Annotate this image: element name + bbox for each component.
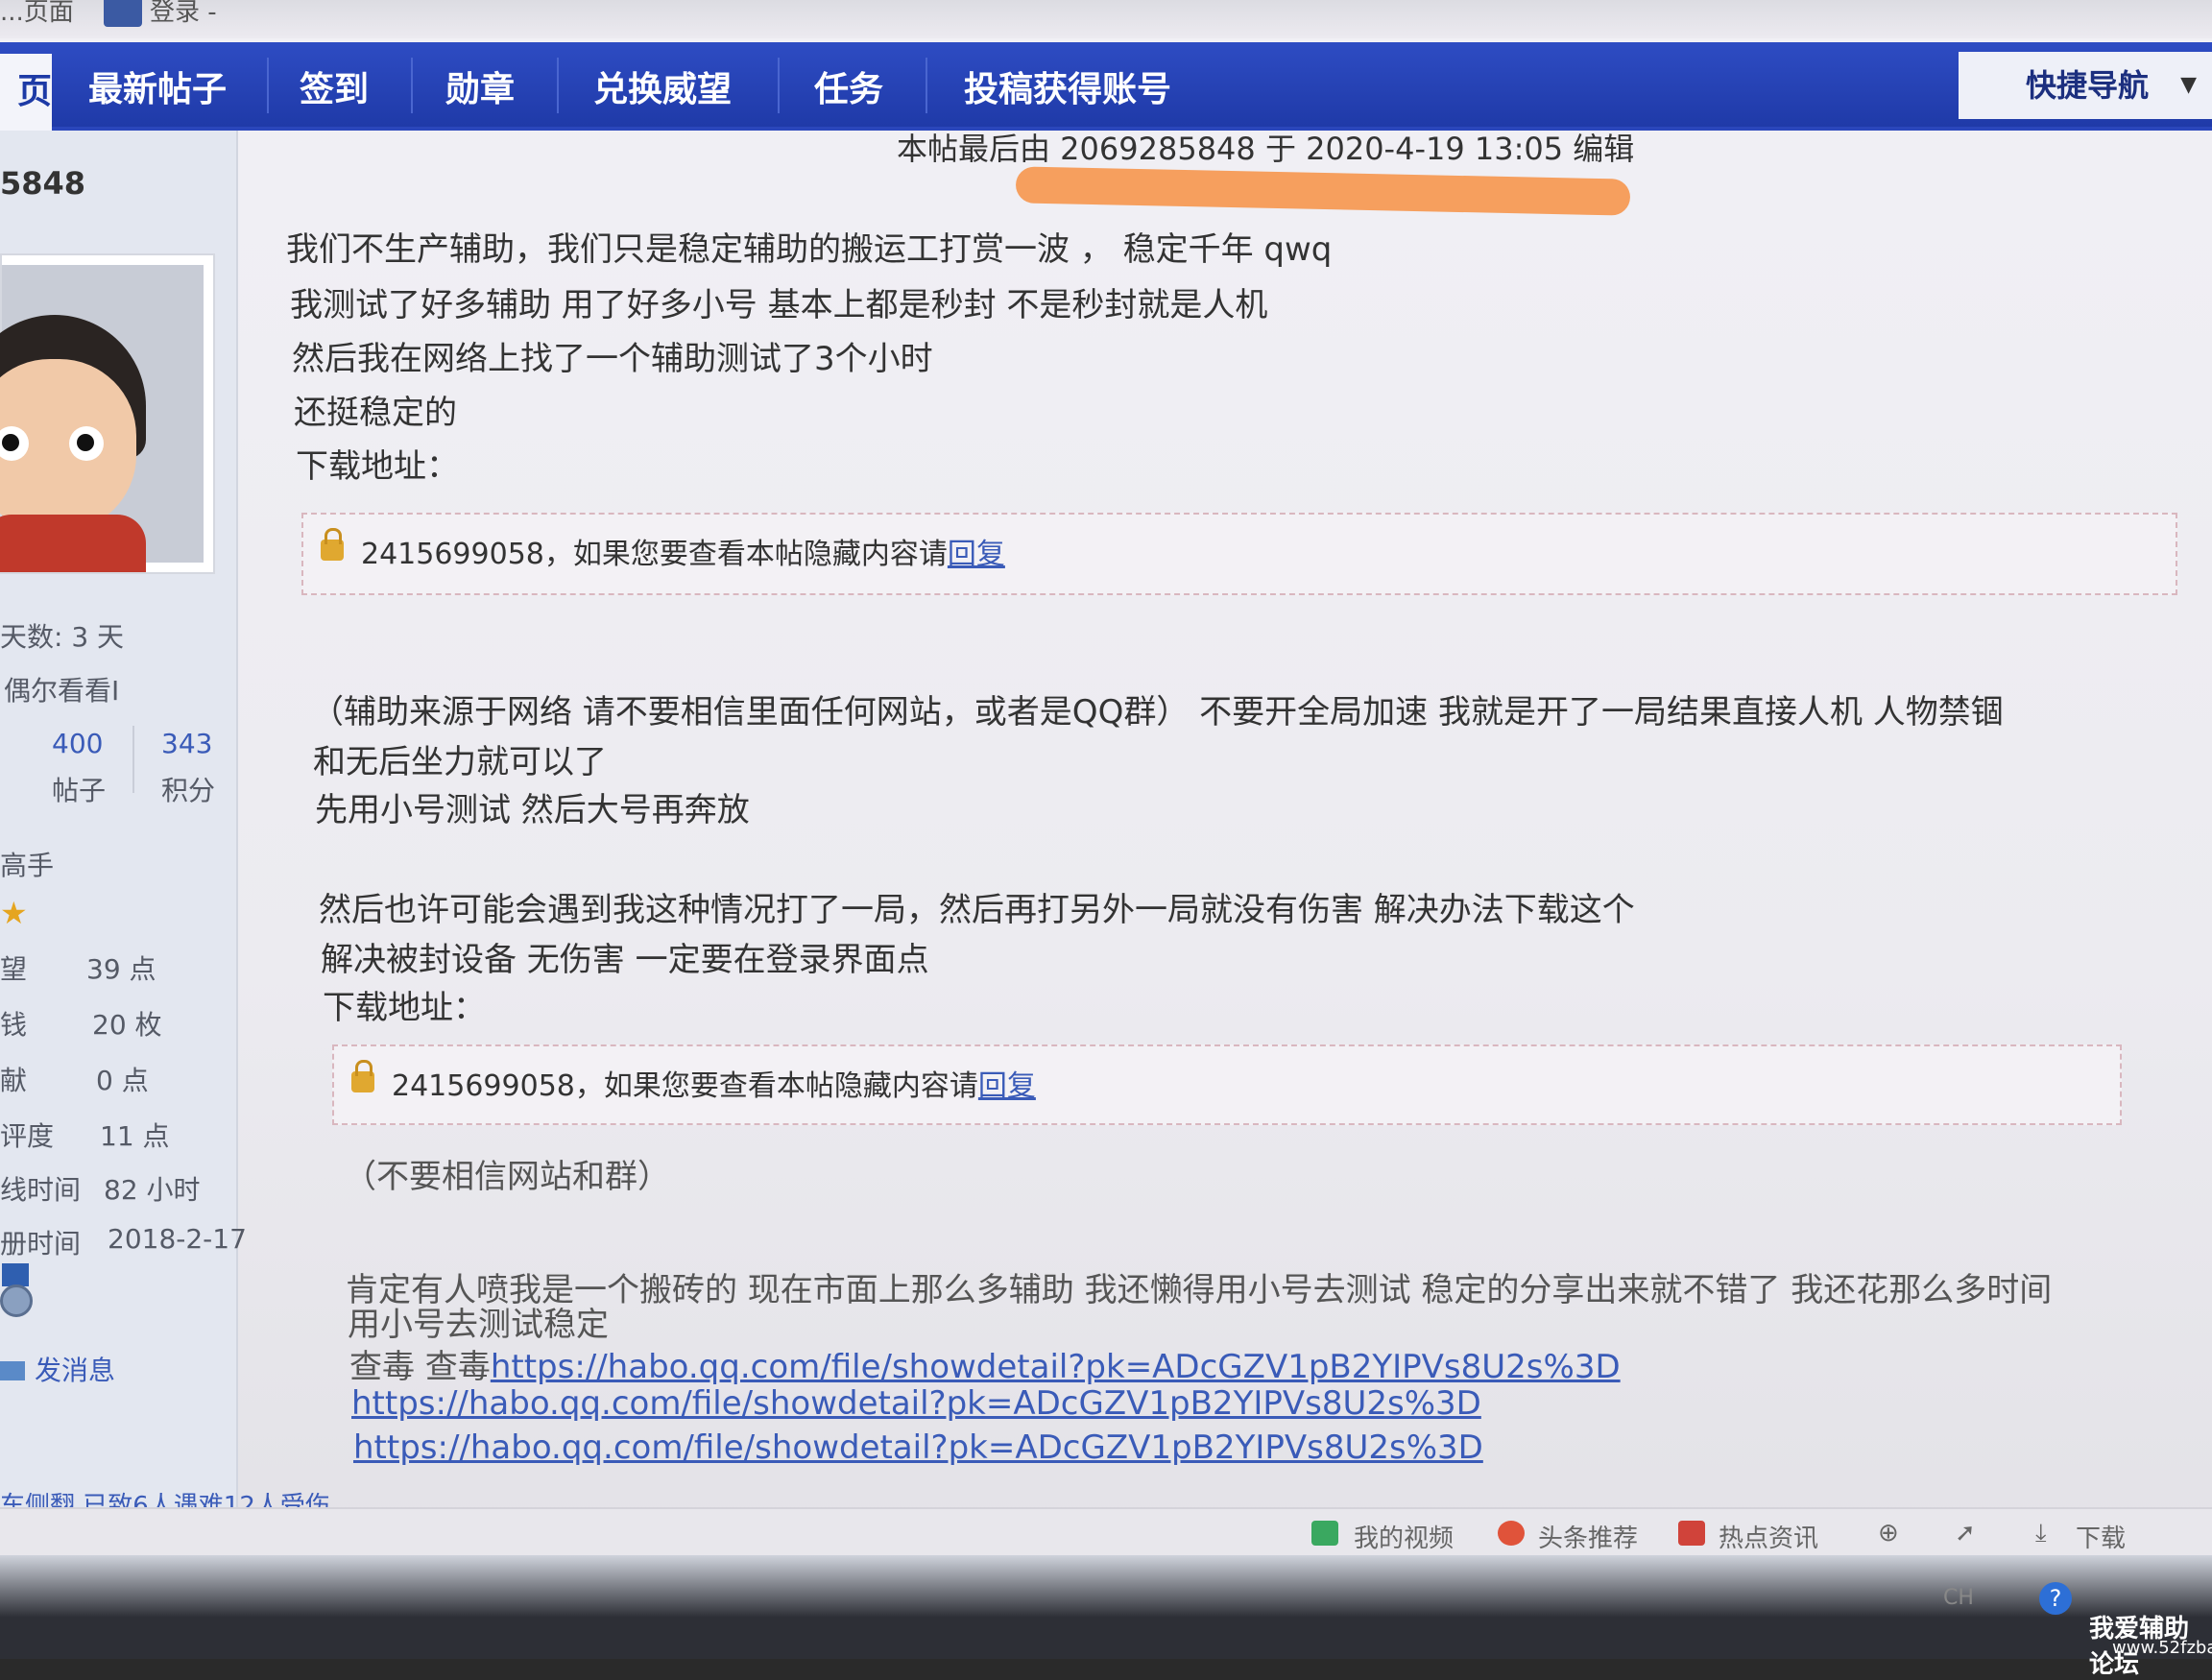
medal-ribbon [2, 1263, 29, 1286]
hidden-content-text: 2415699058，如果您要查看本帖隐藏内容请 [392, 1069, 978, 1103]
post-line: 我们不生产辅助，我们只是稳定辅助的搬运工打赏一波 ， 稳定千年 qwq [286, 230, 1333, 269]
status-download[interactable]: 下载 [2076, 1519, 2126, 1554]
author-name[interactable]: 5848 [0, 165, 85, 202]
medal-disc [0, 1284, 33, 1317]
post-line: 然后也许可能会遇到我这种情况打了一局，然后再打另外一局就没有伤害 解决办法下载这… [319, 891, 1635, 929]
hidden-content-notice: 2415699058，如果您要查看本帖隐藏内容请回复 [361, 530, 1005, 572]
post-line: 下载地址： [296, 447, 459, 486]
hidden-content-notice: 2415699058，如果您要查看本帖隐藏内容请回复 [392, 1062, 1036, 1104]
post-line: 和无后坐力就可以了 [313, 743, 607, 781]
help-icon[interactable]: ? [2039, 1582, 2072, 1615]
points-label: 积分 [161, 775, 216, 806]
stat-label-online-time: 线时间 [0, 1174, 82, 1206]
add-icon[interactable]: ⊕ [1878, 1519, 1899, 1548]
chevron-down-icon: ▼ [2180, 73, 2197, 97]
input-language-indicator[interactable]: CH [1943, 1586, 1974, 1610]
download-icon[interactable]: ⤓ [2035, 1519, 2047, 1548]
status-hot-news[interactable]: 热点资讯 [1719, 1519, 1818, 1554]
nav-item-checkin[interactable]: 签到 [300, 61, 369, 111]
stat-label-rating: 评度 [0, 1120, 55, 1152]
nav-item-submit[interactable]: 投稿获得账号 [964, 61, 1171, 111]
envelope-icon [0, 1361, 25, 1380]
nav-item-latest-posts[interactable]: 最新帖子 [88, 61, 227, 111]
tab-partial-2[interactable]: 登录 - [150, 0, 217, 28]
quick-nav-dropdown[interactable]: 快捷导航 ▼ [1959, 52, 2212, 119]
send-message-link[interactable]: 发消息 [35, 1350, 115, 1388]
reply-link[interactable]: 回复 [978, 1069, 1036, 1103]
stat-value-online-time: 82 小时 [104, 1174, 201, 1206]
nav-divider [557, 58, 559, 113]
posts-label: 帖子 [52, 775, 107, 806]
nav-item-tasks[interactable]: 任务 [814, 61, 883, 111]
stat-label-money: 钱 [0, 1009, 28, 1041]
star-icon: ★ [0, 895, 28, 931]
scan-prefix: 查毒 查毒 [349, 1348, 491, 1386]
browser-screen: ...页面 登录 - 页 最新帖子 签到 勋章 兑换威望 任务 投稿获得账号 快… [0, 0, 2212, 1613]
stat-value-rating: 11 点 [100, 1120, 170, 1152]
reply-link[interactable]: 回复 [948, 538, 1005, 571]
online-days: 天数: 3 天 [0, 621, 125, 653]
post-line: 还挺稳定的 [294, 394, 457, 432]
browser-top-strip: ...页面 登录 - [0, 0, 2212, 38]
author-sidebar: 5848 天数: 3 天 偶尔看看I 400 帖子 343 积分 高手 ★ 望 … [0, 131, 247, 1523]
post-line: （辅助来源于网络 请不要相信里面任何网站，或者是QQ群） 不要开全局加速 我就是… [311, 693, 2004, 732]
user-signature: 偶尔看看I [4, 675, 120, 707]
post-line: 然后我在网络上找了一个辅助测试了3个小时 [292, 340, 933, 378]
hidden-content-box: 2415699058，如果您要查看本帖隐藏内容请回复 [301, 513, 2177, 595]
post-line: 我测试了好多辅助 用了好多小号 基本上都是秒封 不是秒封就是人机 [290, 286, 1268, 324]
news-icon [1678, 1521, 1705, 1546]
nav-divider [267, 58, 269, 113]
stat-label-prestige: 望 [0, 953, 28, 985]
post-warning: （不要相信网站和群） [344, 1158, 670, 1196]
video-icon [1311, 1521, 1338, 1546]
posts-count[interactable]: 400 [52, 728, 103, 759]
nav-item-medals[interactable]: 勋章 [445, 61, 515, 111]
status-headlines[interactable]: 头条推荐 [1538, 1519, 1638, 1554]
nav-divider [411, 58, 413, 113]
nav-divider [778, 58, 780, 113]
medal-icon[interactable] [0, 1263, 33, 1331]
rocket-icon[interactable]: ➚ [1955, 1519, 1976, 1548]
nav-item-exchange[interactable]: 兑换威望 [593, 61, 732, 111]
scan-link[interactable]: https://habo.qq.com/file/showdetail?pk=A… [491, 1348, 1621, 1386]
redaction-marker [1015, 166, 1631, 216]
post-line: 先用小号测试 然后大号再奔放 [315, 791, 750, 829]
quick-nav-label: 快捷导航 [2026, 67, 2150, 104]
avatar-shirt [0, 515, 146, 572]
nav-divider [926, 58, 927, 113]
system-taskbar: CH ? [0, 1555, 2212, 1659]
watermark-url: www.52fzba.com [2112, 1638, 2212, 1658]
edit-note: 本帖最后由 2069285848 于 2020-4-19 13:05 编辑 [897, 131, 1635, 167]
site-favicon-icon [104, 0, 142, 27]
stat-value-prestige: 39 点 [86, 953, 156, 985]
stat-value-contribution: 0 点 [96, 1065, 149, 1096]
tab-partial-1[interactable]: ...页面 [0, 0, 74, 28]
scan-line: 查毒 查毒https://habo.qq.com/file/showdetail… [349, 1340, 1621, 1387]
stat-value-register-date: 2018-2-17 [108, 1223, 247, 1255]
avatar[interactable] [0, 253, 215, 574]
scan-link[interactable]: https://habo.qq.com/file/showdetail?pk=A… [353, 1428, 1483, 1467]
post-line: 用小号去测试稳定 [348, 1306, 609, 1344]
flame-icon [1498, 1521, 1525, 1546]
forum-nav-bar: 页 最新帖子 签到 勋章 兑换威望 任务 投稿获得账号 快捷导航 ▼ [0, 42, 2212, 131]
points-count[interactable]: 343 [161, 728, 212, 759]
lock-icon [321, 528, 344, 561]
hidden-content-box: 2415699058，如果您要查看本帖隐藏内容请回复 [332, 1044, 2122, 1125]
post-line: 下载地址： [323, 989, 486, 1027]
user-rank[interactable]: 高手 [0, 845, 54, 883]
status-my-videos[interactable]: 我的视频 [1354, 1519, 1454, 1554]
browser-status-bar: 我的视频 头条推荐 热点资讯 ⊕ ➚ ⤓ 下载 [0, 1507, 2212, 1557]
stat-label-register-date: 册时间 [0, 1228, 82, 1260]
stat-value-money: 20 枚 [92, 1009, 162, 1041]
lock-icon [351, 1060, 374, 1092]
stat-label-contribution: 献 [0, 1065, 28, 1096]
scan-link[interactable]: https://habo.qq.com/file/showdetail?pk=A… [351, 1384, 1481, 1423]
avatar-eye [69, 426, 104, 461]
hidden-content-text: 2415699058，如果您要查看本帖隐藏内容请 [361, 538, 948, 571]
nav-home-tab[interactable]: 页 [0, 54, 52, 131]
post-line: 解决被封设备 无伤害 一定要在登录界面点 [321, 941, 929, 979]
stat-divider [132, 726, 134, 793]
